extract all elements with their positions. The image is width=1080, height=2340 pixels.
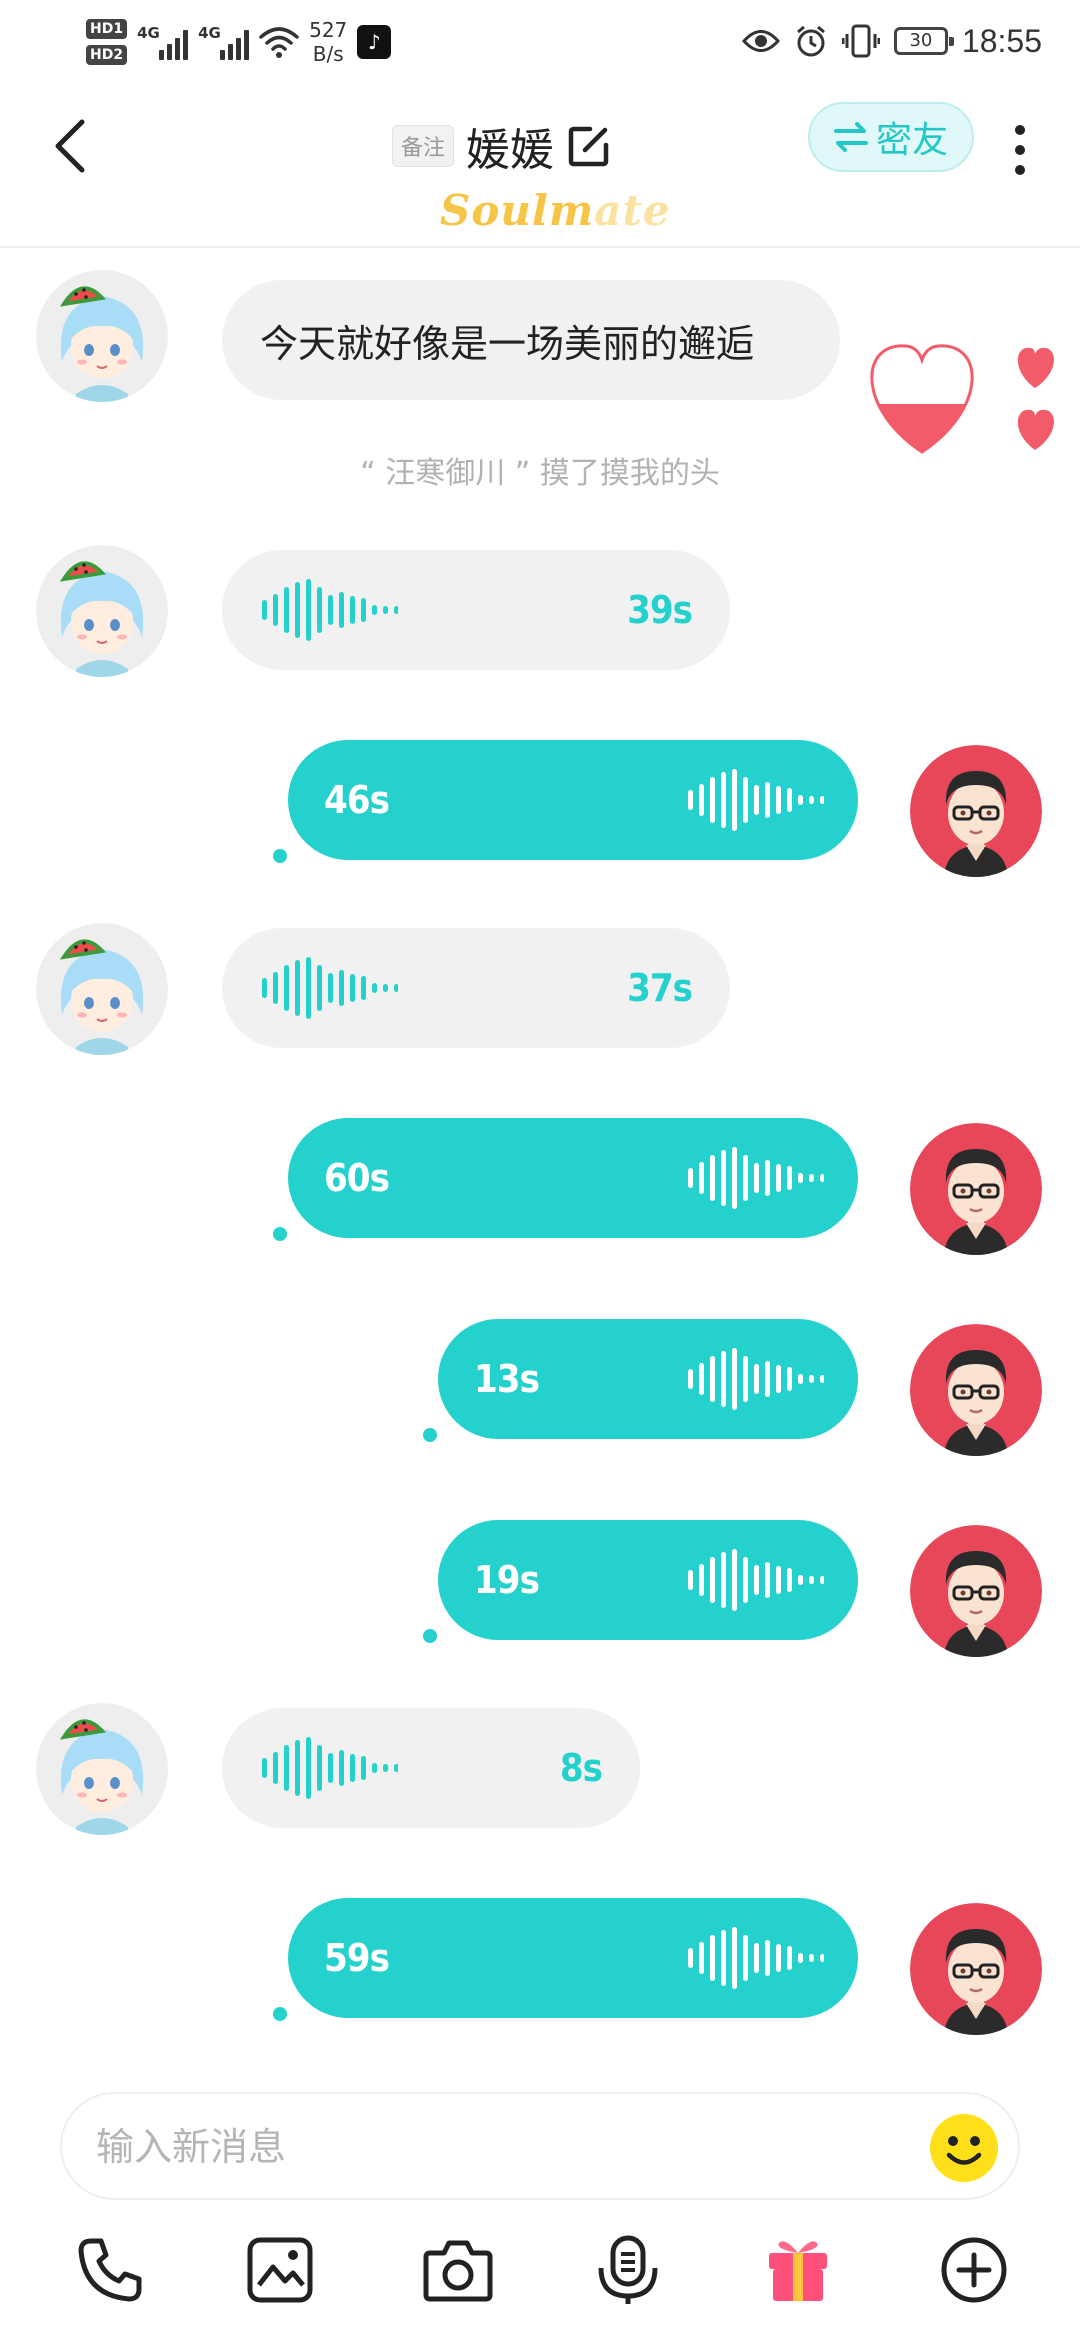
gift-button[interactable] — [758, 2230, 838, 2310]
swap-icon — [833, 122, 868, 152]
edit-icon — [568, 126, 609, 167]
my-avatar[interactable] — [910, 1525, 1042, 1657]
status-bar: HD1 HD2 4G 4G 527 B/s ♪ 30 18:55 — [0, 0, 1080, 80]
voice-duration: 60s — [324, 1156, 390, 1200]
alarm-icon — [796, 25, 825, 57]
net-speed: 527 B/s — [309, 18, 347, 66]
phone-icon — [78, 2238, 142, 2302]
waveform-icon — [688, 1147, 824, 1209]
gallery-button[interactable] — [240, 2230, 320, 2310]
back-button[interactable] — [44, 106, 94, 186]
brand-bright: Soulm — [440, 186, 595, 235]
chat-screen: HD1 HD2 4G 4G 527 B/s ♪ 30 18:55 备注 媛媛 密… — [0, 0, 1080, 2340]
hd2-badge: HD2 — [86, 45, 128, 65]
waveform-icon — [262, 579, 398, 641]
voice-duration: 59s — [324, 1936, 390, 1980]
contact-avatar[interactable] — [36, 270, 168, 402]
add-icon — [941, 2237, 1007, 2303]
hd-indicators: HD1 HD2 — [86, 19, 128, 65]
voice-duration: 46s — [324, 778, 390, 822]
voice-bubble[interactable]: 13s — [438, 1319, 858, 1439]
edit-name-button[interactable] — [566, 123, 612, 169]
chat-header: 备注 媛媛 密友 Soulmate — [0, 80, 1080, 248]
wifi-icon — [259, 27, 299, 58]
status-left: HD1 HD2 4G 4G 527 B/s ♪ — [86, 12, 392, 72]
my-avatar[interactable] — [910, 745, 1042, 877]
chevron-left-icon — [55, 119, 85, 173]
contact-name: 媛媛 — [466, 125, 555, 176]
bubble-tail — [423, 1629, 437, 1643]
brand-faded: ate — [594, 186, 671, 235]
camera-button[interactable] — [418, 2230, 498, 2310]
waveform-icon — [688, 1927, 824, 1989]
hd1-badge: HD1 — [86, 19, 128, 39]
more-actions-button[interactable] — [934, 2230, 1014, 2310]
voice-bubble[interactable]: 19s — [438, 1520, 858, 1640]
bubble-tail — [273, 849, 287, 863]
voice-bubble[interactable]: 60s — [288, 1118, 858, 1238]
my-avatar[interactable] — [910, 1324, 1042, 1456]
eye-icon — [741, 30, 780, 52]
close-friend-button[interactable]: 密友 — [808, 102, 974, 172]
voice-record-button[interactable] — [588, 2230, 668, 2310]
voice-duration: 39s — [627, 588, 693, 632]
voice-duration: 19s — [474, 1558, 540, 1602]
battery-icon: 30 — [893, 27, 954, 55]
message-bubble[interactable]: 今天就好像是一场美丽的邂逅 — [222, 280, 840, 400]
camera-icon — [423, 2240, 493, 2302]
voice-icon — [598, 2235, 658, 2304]
my-avatar[interactable] — [910, 1903, 1042, 2035]
waveform-icon — [688, 1549, 824, 1611]
network1-label: 4G — [137, 24, 160, 42]
bottom-toolbar — [0, 2220, 1080, 2330]
bubble-tail — [423, 1428, 437, 1442]
voice-bubble[interactable]: 37s — [222, 928, 730, 1048]
signal1-icon: 4G — [137, 24, 189, 60]
call-button[interactable] — [70, 2230, 150, 2310]
message-text: 今天就好像是一场美丽的邂逅 — [260, 321, 755, 366]
image-icon — [247, 2237, 313, 2303]
tiktok-icon: ♪ — [357, 25, 392, 59]
gift-icon — [769, 2241, 827, 2301]
voice-bubble[interactable]: 59s — [288, 1898, 858, 2018]
network2-label: 4G — [198, 24, 221, 42]
voice-duration: 8s — [559, 1746, 603, 1790]
title-area: 备注 媛媛 — [392, 106, 612, 186]
signal2-icon: 4G — [198, 24, 250, 60]
net-speed-value: 527 — [309, 18, 348, 42]
voice-bubble[interactable]: 8s — [222, 1708, 640, 1828]
waveform-icon — [688, 1348, 824, 1410]
contact-avatar[interactable] — [36, 545, 168, 677]
waveform-icon — [262, 957, 398, 1019]
status-right: 30 18:55 — [741, 16, 1042, 66]
soulmate-brand: Soulmate — [440, 186, 670, 242]
bubble-tail — [273, 1227, 287, 1241]
voice-bubble[interactable]: 39s — [222, 550, 730, 670]
contact-avatar[interactable] — [36, 1703, 168, 1835]
waveform-icon — [262, 1737, 398, 1799]
voice-duration: 37s — [627, 966, 693, 1010]
message-input-bar — [60, 2092, 1020, 2200]
remark-tag[interactable]: 备注 — [392, 125, 455, 167]
emoji-icon[interactable] — [928, 2112, 1000, 2184]
bubble-tail — [273, 2007, 287, 2021]
close-friend-label: 密友 — [875, 120, 948, 161]
vibrate-icon — [841, 24, 880, 58]
message-input[interactable] — [96, 2114, 896, 2180]
contact-avatar[interactable] — [36, 923, 168, 1055]
voice-bubble[interactable]: 46s — [288, 740, 858, 860]
clock: 18:55 — [961, 22, 1042, 59]
net-speed-unit: B/s — [312, 42, 344, 66]
voice-duration: 13s — [474, 1357, 540, 1401]
more-menu-button[interactable] — [1000, 110, 1040, 190]
my-avatar[interactable] — [910, 1123, 1042, 1255]
waveform-icon — [688, 769, 824, 831]
system-notice: “ 汪寒御川 ” 摸了摸我的头 — [360, 456, 720, 491]
heart-meter-icon[interactable] — [862, 336, 1080, 466]
